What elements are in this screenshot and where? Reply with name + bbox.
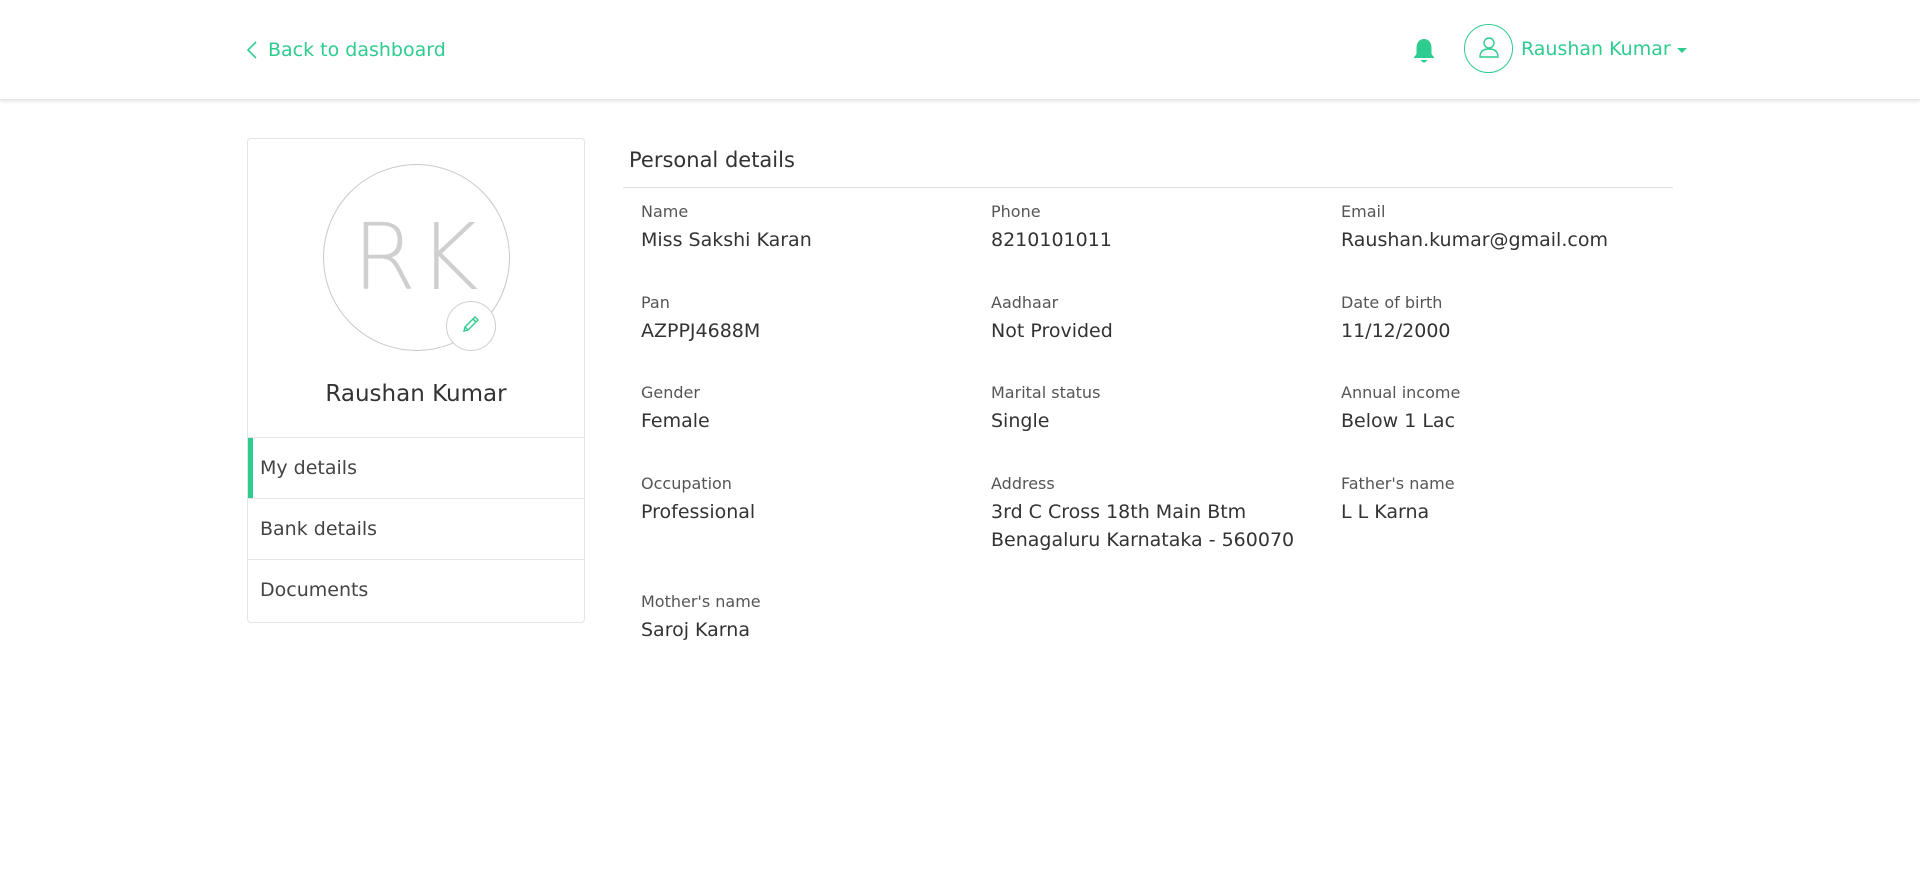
field-label: Gender xyxy=(641,383,700,402)
field-mothers-name: Mother's name Saroj Karna xyxy=(641,592,761,644)
profile-card: RK Raushan Kumar My details Bank details… xyxy=(247,138,585,623)
field-label: Annual income xyxy=(1341,383,1461,402)
field-email: Email Raushan.kumar@gmail.com xyxy=(1341,202,1608,254)
section-title: Personal details xyxy=(629,148,795,172)
field-occupation: Occupation Professional xyxy=(641,474,755,526)
user-menu-name: Raushan Kumar xyxy=(1521,38,1671,60)
menu-item-documents[interactable]: Documents xyxy=(248,559,584,620)
profile-menu: My details Bank details Documents xyxy=(248,437,584,620)
field-fathers-name: Father's name L L Karna xyxy=(1341,474,1455,526)
field-label: Email xyxy=(1341,202,1386,221)
field-value: Single xyxy=(991,410,1050,432)
field-pan: Pan AZPPJ4688M xyxy=(641,293,760,345)
field-value: Female xyxy=(641,410,710,432)
pencil-icon xyxy=(460,313,482,339)
field-value: Saroj Karna xyxy=(641,619,750,641)
field-date-of-birth: Date of birth 11/12/2000 xyxy=(1341,293,1451,345)
field-value-line-2: Benagaluru Karnataka - 560070 xyxy=(991,529,1295,551)
field-gender: Gender Female xyxy=(641,383,710,435)
field-value: L L Karna xyxy=(1341,501,1430,523)
field-address: Address 3rd C Cross 18th Main Btm Benaga… xyxy=(991,474,1294,554)
field-name: Name Miss Sakshi Karan xyxy=(641,202,812,254)
field-value: Professional xyxy=(641,501,756,523)
field-value: 11/12/2000 xyxy=(1341,320,1451,342)
field-label: Date of birth xyxy=(1341,293,1443,312)
field-label: Phone xyxy=(991,202,1041,221)
user-icon xyxy=(1477,35,1501,63)
back-to-dashboard-link[interactable]: Back to dashboard xyxy=(246,38,446,62)
section-divider xyxy=(623,187,1673,188)
user-avatar[interactable] xyxy=(1464,24,1513,73)
menu-item-my-details[interactable]: My details xyxy=(248,437,584,498)
field-label: Aadhaar xyxy=(991,293,1059,312)
field-value: Raushan.kumar@gmail.com xyxy=(1341,229,1608,251)
menu-item-bank-details[interactable]: Bank details xyxy=(248,498,584,559)
field-aadhaar: Aadhaar Not Provided xyxy=(991,293,1113,345)
field-phone: Phone 8210101011 xyxy=(991,202,1112,254)
field-label: Marital status xyxy=(991,383,1101,402)
field-value: Miss Sakshi Karan xyxy=(641,229,812,251)
chevron-left-icon xyxy=(246,40,258,60)
field-value: Below 1 Lac xyxy=(1341,410,1456,432)
field-marital-status: Marital status Single xyxy=(991,383,1100,435)
menu-item-label: Bank details xyxy=(260,518,378,540)
field-value: 8210101011 xyxy=(991,229,1112,251)
field-label: Address xyxy=(991,474,1055,493)
caret-down-icon xyxy=(1676,48,1687,53)
profile-name: Raushan Kumar xyxy=(325,381,507,407)
field-value: AZPPJ4688M xyxy=(641,320,761,342)
field-label: Occupation xyxy=(641,474,732,493)
back-link-label: Back to dashboard xyxy=(268,39,446,61)
user-menu-dropdown[interactable]: Raushan Kumar xyxy=(1521,36,1687,62)
field-label: Pan xyxy=(641,293,670,312)
bell-icon[interactable] xyxy=(1410,36,1438,66)
field-label: Mother's name xyxy=(641,592,761,611)
edit-avatar-button[interactable] xyxy=(446,301,496,351)
top-navigation-bar: Back to dashboard Raushan Kumar xyxy=(0,0,1920,100)
field-value: Not Provided xyxy=(991,320,1113,342)
menu-item-label: My details xyxy=(260,457,357,479)
field-label: Name xyxy=(641,202,689,221)
menu-item-label: Documents xyxy=(260,579,369,601)
field-annual-income: Annual income Below 1 Lac xyxy=(1341,383,1460,435)
field-label: Father's name xyxy=(1341,474,1455,493)
field-value-line-1: 3rd C Cross 18th Main Btm xyxy=(991,501,1247,523)
